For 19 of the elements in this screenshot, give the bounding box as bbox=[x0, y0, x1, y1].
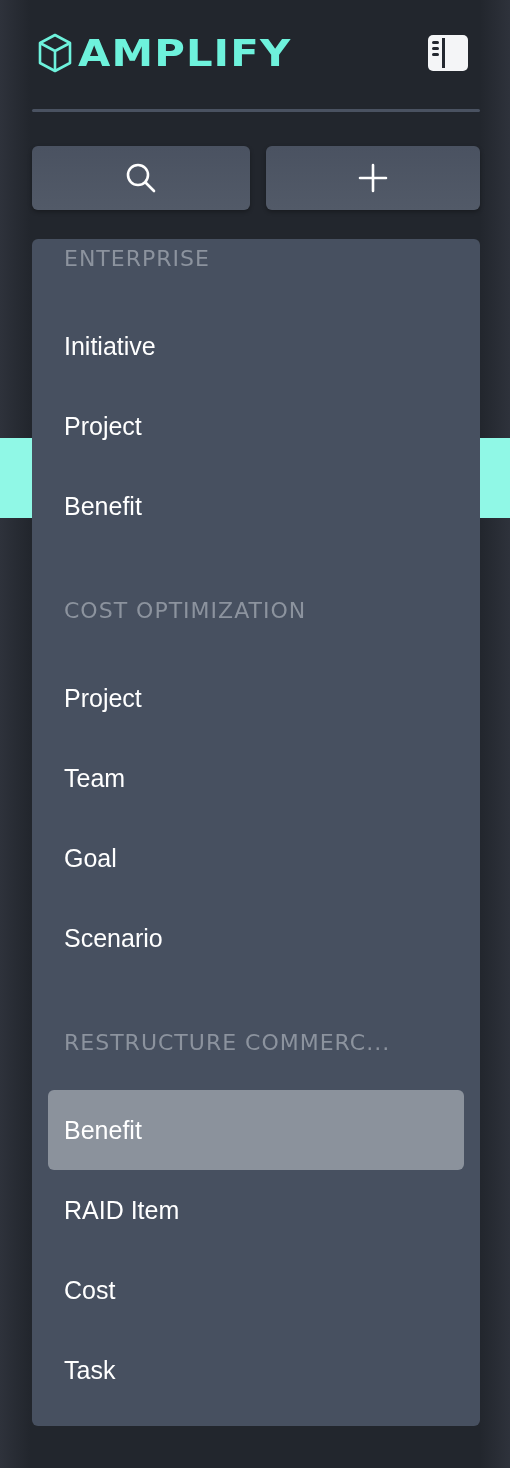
menu-item[interactable]: Goal bbox=[48, 818, 464, 898]
add-button[interactable] bbox=[266, 146, 480, 210]
logo-text: AMPLIFY bbox=[78, 34, 292, 72]
search-button[interactable] bbox=[32, 146, 250, 210]
menu-item[interactable]: Cost bbox=[48, 1250, 464, 1330]
menu-item[interactable]: Initiative bbox=[48, 306, 464, 386]
cube-icon bbox=[38, 33, 72, 73]
sidebar-toggle-icon[interactable] bbox=[428, 35, 468, 71]
menu-item[interactable]: RAID Item bbox=[48, 1170, 464, 1250]
menu-item[interactable]: Scenario bbox=[48, 898, 464, 978]
menu-item[interactable]: Project bbox=[48, 386, 464, 466]
plus-icon bbox=[358, 163, 388, 193]
menu-item[interactable]: Project bbox=[48, 658, 464, 738]
section-heading: RESTRUCTURE COMMERC... bbox=[63, 1029, 392, 1057]
section-heading: ENTERPRISE bbox=[63, 245, 211, 273]
section-heading: COST OPTIMIZATION bbox=[63, 597, 308, 625]
menu-item[interactable]: Task bbox=[48, 1330, 464, 1410]
menu-item[interactable]: Benefit bbox=[48, 466, 464, 546]
menu-item[interactable]: Team bbox=[48, 738, 464, 818]
